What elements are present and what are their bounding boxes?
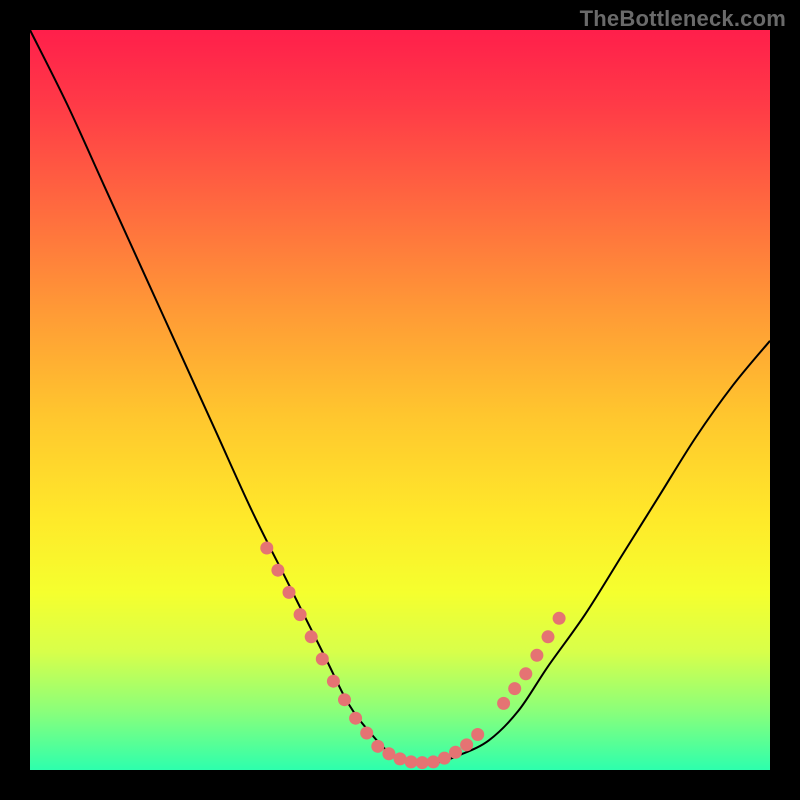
curve-marker [438,752,451,765]
curve-marker [371,740,384,753]
curve-marker [497,697,510,710]
curve-marker [427,755,440,768]
curve-marker [349,712,362,725]
curve-marker [305,630,318,643]
curve-marker [382,747,395,760]
curve-marker [508,682,521,695]
curve-marker [542,630,555,643]
curve-marker [316,653,329,666]
curve-marker [271,564,284,577]
curve-marker [394,752,407,765]
curve-marker [327,675,340,688]
curve-marker [360,727,373,740]
curve-marker [471,728,484,741]
bottleneck-curve-path [30,30,770,764]
curve-marker [294,608,307,621]
curve-marker [460,738,473,751]
curve-marker [405,755,418,768]
curve-marker [283,586,296,599]
curve-marker [449,746,462,759]
curve-marker [553,612,566,625]
watermark-label: TheBottleneck.com [580,6,786,32]
curve-marker [519,667,532,680]
curve-marker [260,542,273,555]
curve-marker [530,649,543,662]
bottleneck-curve-svg [30,30,770,770]
curve-marker [338,693,351,706]
curve-marker [416,756,429,769]
curve-marker-group [260,542,565,770]
